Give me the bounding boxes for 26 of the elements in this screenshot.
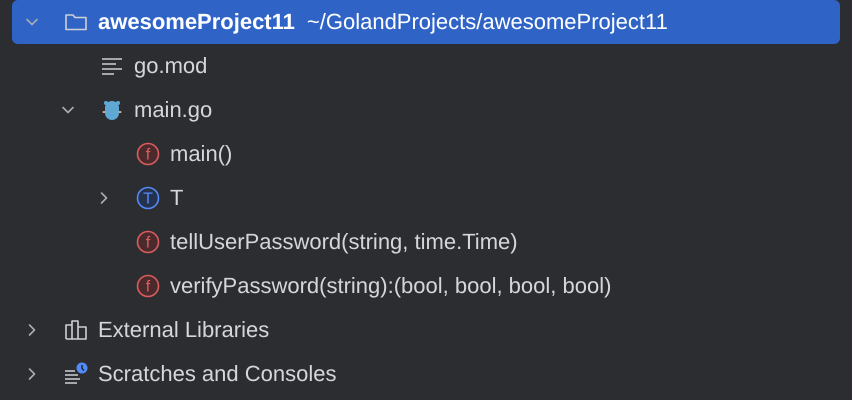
mascot-icon bbox=[100, 98, 124, 122]
type-icon: T bbox=[136, 186, 160, 210]
tree-row[interactable]: f verifyPassword(string):(bool, bool, bool, bool) bbox=[12, 264, 840, 308]
tree-row[interactable]: go.mod bbox=[12, 44, 840, 88]
tree-row[interactable]: Scratches and Consoles bbox=[12, 352, 840, 396]
node-label: main.go bbox=[134, 97, 212, 123]
library-icon bbox=[64, 318, 88, 342]
function-icon: f bbox=[136, 142, 160, 166]
tree-row[interactable]: main.go bbox=[12, 88, 840, 132]
tree-row[interactable]: awesomeProject11 ~/GolandProjects/awesomeProject11 bbox=[12, 0, 840, 44]
tree-row[interactable]: f main() bbox=[12, 132, 840, 176]
function-icon: f bbox=[136, 274, 160, 298]
node-label: awesomeProject11 bbox=[98, 9, 295, 35]
node-label: Scratches and Consoles bbox=[98, 361, 336, 387]
node-label: External Libraries bbox=[98, 317, 270, 343]
node-path: ~/GolandProjects/awesomeProject11 bbox=[306, 9, 668, 35]
node-label: verifyPassword(string):(bool, bool, bool, bool) bbox=[170, 273, 612, 299]
node-label: T bbox=[170, 185, 184, 211]
tree-row[interactable]: f tellUserPassword(string, time.Time) bbox=[12, 220, 840, 264]
node-label: tellUserPassword(string, time.Time) bbox=[170, 229, 518, 255]
function-icon: f bbox=[136, 230, 160, 254]
tree-row[interactable]: External Libraries bbox=[12, 308, 840, 352]
node-label: go.mod bbox=[134, 53, 208, 79]
scratches-icon bbox=[64, 362, 88, 386]
node-label: main() bbox=[170, 141, 232, 167]
tree-row[interactable]: T T bbox=[12, 176, 840, 220]
